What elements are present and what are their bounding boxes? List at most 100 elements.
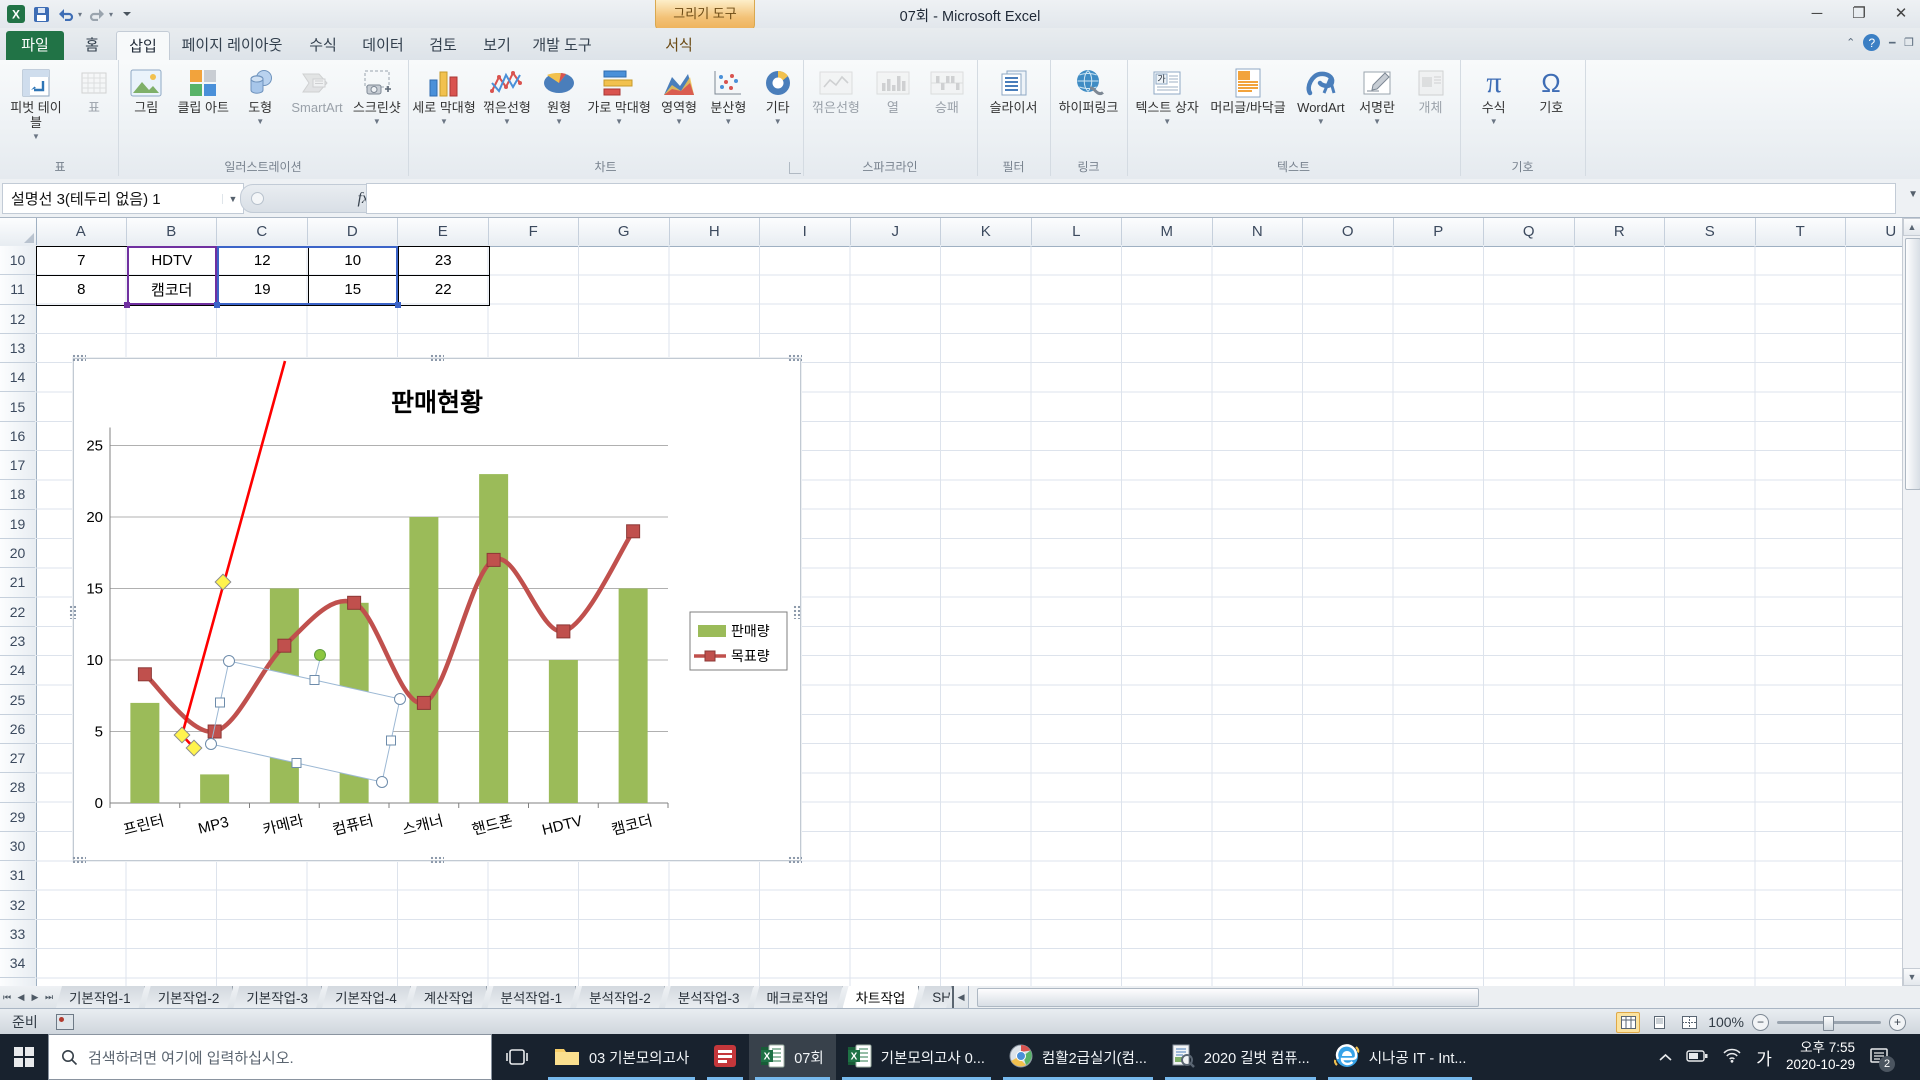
sheet-tab-차트작업[interactable]: 차트작업 (843, 986, 920, 1008)
notification-center-button[interactable]: 2 (1869, 1047, 1895, 1072)
column-header-K[interactable]: K (941, 218, 1032, 245)
sheet-tab-매크로작업[interactable]: 매크로작업 (754, 986, 843, 1008)
ime-indicator[interactable]: 가 (1756, 1045, 1772, 1070)
row-header-10[interactable]: 10 (0, 246, 35, 276)
workbook-minimize-icon[interactable]: 🗕 (1888, 33, 1896, 52)
help-icon[interactable]: ? (1863, 34, 1881, 51)
zoom-out-icon[interactable]: − (1752, 1013, 1769, 1031)
row-header-20[interactable]: 20 (0, 539, 35, 569)
vertical-scrollbar[interactable]: ▲ ▼ (1902, 218, 1920, 986)
column-header-R[interactable]: R (1575, 218, 1665, 245)
name-box[interactable]: 설명선 3(테두리 없음) 1 ▼ (2, 183, 244, 214)
ribbon-button-꺾은선형[interactable]: 꺾은선형 ▼ (480, 64, 534, 127)
row-header-19[interactable]: 19 (0, 510, 35, 539)
row-header-24[interactable]: 24 (0, 656, 35, 686)
ribbon-tab-보기[interactable]: 보기 (472, 31, 522, 60)
ribbon-tab-개발 도구[interactable]: 개발 도구 (524, 31, 600, 60)
row-header-15[interactable]: 15 (0, 393, 35, 422)
ribbon-button-피벗-테이블[interactable]: 피벗 테이블 ▼ (2, 64, 70, 142)
expand-formula-bar-icon[interactable]: ▼ (1908, 189, 1918, 200)
row-header-23[interactable]: 23 (0, 627, 35, 657)
tab-split-handle[interactable]: ◀ (952, 986, 968, 1008)
row-header-29[interactable]: 29 (0, 803, 35, 832)
select-all-corner[interactable] (0, 218, 37, 245)
chart-frame-handle[interactable] (788, 354, 802, 361)
sheet-tab-기본작업-2[interactable]: 기본작업-2 (145, 986, 234, 1008)
undo-button[interactable] (56, 4, 76, 24)
sheet-tab-분석작업-2[interactable]: 분석작업-2 (576, 986, 665, 1008)
zoom-slider[interactable] (1777, 1015, 1881, 1031)
sheet-tab-기본작업-4[interactable]: 기본작업-4 (322, 986, 411, 1008)
prev-sheet-icon[interactable]: ◀ (14, 986, 28, 1008)
column-header-L[interactable]: L (1032, 218, 1122, 245)
taskbar-item-컴활2급실기(컴...[interactable]: 컴활2급실기(컴... (997, 1034, 1159, 1080)
redo-dropdown-icon[interactable]: ▾ (109, 10, 113, 19)
row-header-34[interactable]: 34 (0, 949, 35, 979)
dialog-launcher-icon[interactable] (789, 162, 801, 174)
ribbon-button-서명란[interactable]: 서명란 ▼ (1353, 64, 1401, 127)
ribbon-button-그림[interactable]: 그림 (122, 64, 170, 117)
range-fill-handle[interactable] (123, 301, 130, 308)
sheet-tab-기본작업-3[interactable]: 기본작업-3 (233, 986, 322, 1008)
macro-record-icon[interactable] (55, 1014, 74, 1030)
ribbon-button-스크린샷[interactable]: 스크린샷 ▼ (350, 64, 404, 127)
ribbon-button-원형[interactable]: 원형 ▼ (535, 64, 583, 127)
column-header-Q[interactable]: Q (1484, 218, 1575, 245)
ribbon-tab-검토[interactable]: 검토 (416, 31, 470, 60)
row-header-21[interactable]: 21 (0, 568, 35, 598)
row-header-17[interactable]: 17 (0, 451, 35, 481)
ribbon-tab-수식[interactable]: 수식 (296, 31, 350, 60)
ribbon-tab-페이지 레이아웃[interactable]: 페이지 레이아웃 (170, 31, 294, 60)
taskbar-item-2020 길벗 컴퓨...[interactable]: 2020 길벗 컴퓨... (1159, 1034, 1322, 1080)
chart-frame-handle[interactable] (430, 856, 444, 863)
chart-frame-handle[interactable] (72, 354, 86, 361)
close-button[interactable]: ✕ (1882, 2, 1920, 24)
column-header-E[interactable]: E (398, 218, 489, 245)
ribbon-button-세로-막대형[interactable]: 세로 막대형 ▼ (409, 64, 478, 127)
wifi-icon[interactable] (1722, 1048, 1742, 1066)
ribbon-button-텍스트-상자[interactable]: 가 텍스트 상자 ▼ (1132, 64, 1201, 127)
start-button[interactable] (0, 1034, 48, 1080)
row-header-13[interactable]: 13 (0, 334, 35, 364)
undo-dropdown-icon[interactable]: ▾ (78, 10, 82, 19)
zoom-in-icon[interactable]: + (1889, 1013, 1906, 1031)
page-layout-view-icon[interactable] (1648, 1013, 1670, 1032)
taskbar-item-기본모의고사 0...[interactable]: X 기본모의고사 0... (836, 1034, 997, 1080)
ribbon-tab-서식[interactable]: 서식 (648, 31, 710, 60)
column-header-P[interactable]: P (1394, 218, 1484, 245)
row-header-30[interactable]: 30 (0, 832, 35, 862)
row-header-11[interactable]: 11 (0, 275, 35, 305)
page-break-view-icon[interactable] (1678, 1013, 1700, 1032)
formula-input[interactable] (366, 183, 1896, 214)
zoom-level[interactable]: 100% (1708, 1014, 1744, 1030)
qat-customize-icon[interactable] (118, 4, 138, 24)
chart-object[interactable]: 0 5 10 15 20 25 프린터 MP3 카메라 컴퓨터 스캐너 핸드폰 HDTV 캠코더 판매현황 판… (69, 354, 802, 863)
column-header-J[interactable]: J (851, 218, 941, 245)
taskbar-item-시나공 IT - Int...[interactable]: 시나공 IT - Int... (1322, 1034, 1479, 1080)
ribbon-button-클립-아트[interactable]: 클립 아트 (174, 64, 231, 117)
column-header-A[interactable]: A (36, 218, 127, 245)
ribbon-tab-삽입[interactable]: 삽입 (116, 31, 170, 61)
chart-frame-handle[interactable] (72, 856, 86, 863)
power-icon[interactable] (1686, 1049, 1708, 1066)
row-header-32[interactable]: 32 (0, 891, 35, 920)
next-sheet-icon[interactable]: ▶ (28, 986, 42, 1008)
ribbon-button-기타[interactable]: 기타 ▼ (754, 64, 802, 127)
column-header-O[interactable]: O (1303, 218, 1394, 245)
chart-frame-handle[interactable] (69, 605, 76, 619)
taskbar-item-red-app[interactable] (701, 1034, 749, 1080)
zoom-slider-thumb[interactable] (1823, 1015, 1834, 1031)
row-header-33[interactable]: 33 (0, 920, 35, 950)
save-button[interactable] (31, 4, 51, 24)
last-sheet-icon[interactable]: ⏭ (42, 986, 56, 1008)
row-header-26[interactable]: 26 (0, 715, 35, 745)
ribbon-button-WordArt[interactable]: WordArt ▼ (1294, 64, 1347, 127)
sheet-tab-SH[interactable]: SH (919, 986, 952, 1008)
ribbon-tab-파일[interactable]: 파일 (6, 31, 64, 60)
sheet-tab-분석작업-1[interactable]: 분석작업-1 (487, 986, 576, 1008)
ribbon-button-하이퍼링크[interactable]: 하이퍼링크 (1056, 64, 1122, 117)
scroll-up-icon[interactable]: ▲ (1903, 218, 1920, 236)
column-header-G[interactable]: G (579, 218, 670, 245)
row-header-31[interactable]: 31 (0, 861, 35, 891)
redo-button[interactable] (87, 4, 107, 24)
